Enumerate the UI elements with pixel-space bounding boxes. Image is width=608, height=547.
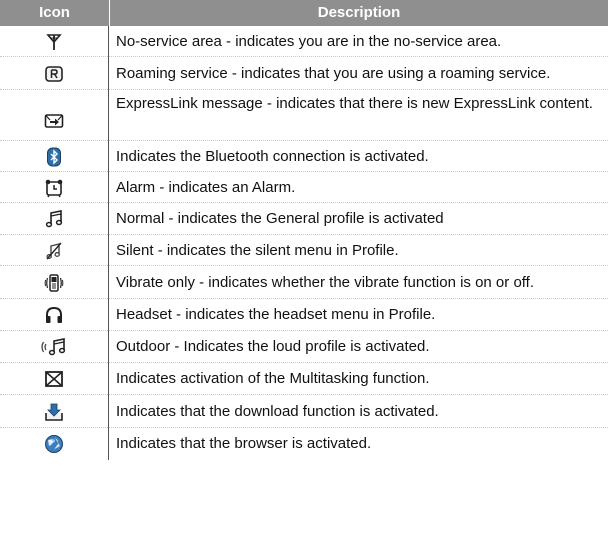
icon-column-header: Icon <box>39 4 70 21</box>
row-description: Normal - indicates the General profile i… <box>116 210 444 227</box>
browser-globe-icon <box>45 435 63 453</box>
multitasking-envelope-icon <box>45 371 63 387</box>
headset-icon <box>46 306 62 323</box>
table-row: Indicates the Bluetooth connection is ac… <box>0 141 608 172</box>
row-description: Indicates the Bluetooth connection is ac… <box>116 147 429 165</box>
table-row: ExpressLink message - indicates that the… <box>0 90 608 141</box>
table-row: Normal - indicates the General profile i… <box>0 203 608 235</box>
silent-note-icon <box>46 242 62 259</box>
row-description: Indicates that the browser is activated. <box>116 435 372 452</box>
table-row: Alarm - indicates an Alarm. <box>0 172 608 203</box>
expresslink-message-icon <box>44 113 64 128</box>
row-description: Outdoor - Indicates the loud profile is … <box>116 338 430 355</box>
table-row: Roaming service - indicates that you are… <box>0 57 608 90</box>
loud-note-icon <box>41 338 66 356</box>
row-description: Alarm - indicates an Alarm. <box>116 178 296 196</box>
table-row: Headset - indicates the headset menu in … <box>0 299 608 331</box>
description-column-header: Description <box>109 0 608 26</box>
table-row: Outdoor - Indicates the loud profile is … <box>0 331 608 363</box>
icon-description-table: Icon Description No-service area - indic… <box>0 0 608 460</box>
roaming-r-icon <box>45 65 63 82</box>
row-description: ExpressLink message - indicates that the… <box>116 95 593 112</box>
table-row: Indicates that the download function is … <box>0 395 608 428</box>
row-description: Vibrate only - indicates whether the vib… <box>116 273 535 291</box>
no-service-antenna-icon <box>46 33 62 50</box>
table-header: Icon Description <box>0 0 608 26</box>
row-description: Indicates activation of the Multitasking… <box>116 370 430 387</box>
row-description: Silent - indicates the silent menu in Pr… <box>116 241 399 259</box>
vibrate-phone-icon <box>44 273 64 292</box>
table-row: Silent - indicates the silent menu in Pr… <box>0 235 608 266</box>
row-description: Indicates that the download function is … <box>116 402 439 420</box>
row-description: No-service area - indicates you are in t… <box>116 32 502 50</box>
row-description: Roaming service - indicates that you are… <box>116 64 551 82</box>
bluetooth-icon <box>47 147 61 166</box>
alarm-clock-icon <box>45 179 63 197</box>
table-row: Vibrate only - indicates whether the vib… <box>0 266 608 299</box>
table-row: No-service area - indicates you are in t… <box>0 26 608 57</box>
download-tray-icon <box>45 403 63 421</box>
table-row: Indicates that the browser is activated. <box>0 428 608 460</box>
music-note-icon <box>45 210 63 228</box>
row-description: Headset - indicates the headset menu in … <box>116 306 436 323</box>
table-row: Indicates activation of the Multitasking… <box>0 363 608 395</box>
